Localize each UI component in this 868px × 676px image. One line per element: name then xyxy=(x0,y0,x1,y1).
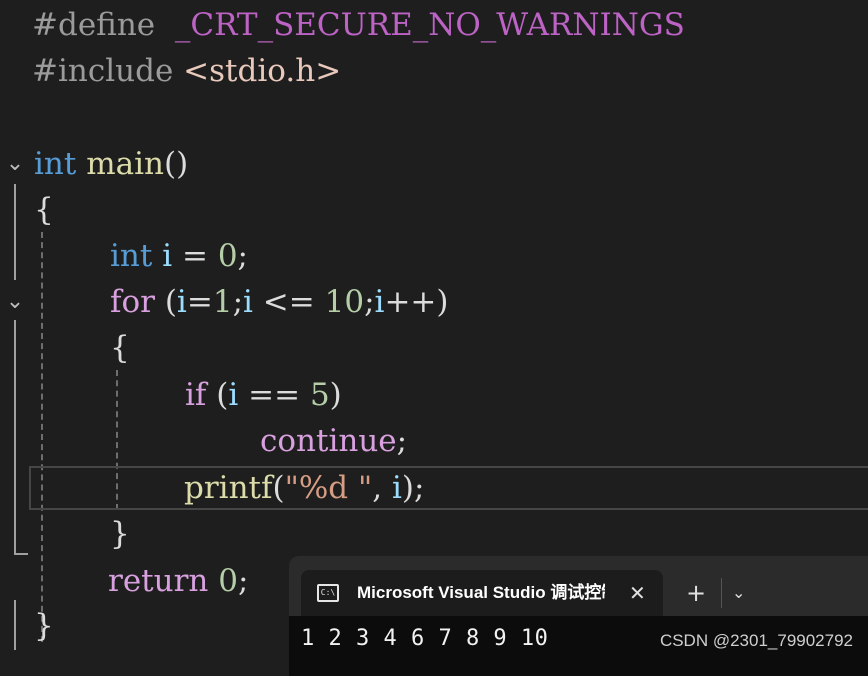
return-keyword: return xyxy=(108,563,209,599)
format-string: "%d " xyxy=(284,470,373,506)
console-tab[interactable]: C:\ Microsoft Visual Studio 调试控制台 ✕ xyxy=(301,570,663,616)
type-keyword: int xyxy=(34,146,77,182)
assign-operator: = xyxy=(186,284,213,320)
equality-operator: == xyxy=(238,377,310,413)
continue-keyword: continue xyxy=(260,423,397,459)
parens: () xyxy=(163,146,189,182)
open-paren: ( xyxy=(272,470,285,506)
open-paren: ( xyxy=(206,377,229,413)
scope-bar-for xyxy=(14,320,16,554)
close-icon[interactable]: ✕ xyxy=(629,570,646,616)
brace: } xyxy=(34,608,54,644)
code-line-8[interactable]: { xyxy=(110,325,130,371)
if-keyword: if xyxy=(185,377,207,413)
close-paren: ) xyxy=(329,377,342,413)
for-keyword: for xyxy=(110,284,155,320)
macro-name: _CRT_SECURE_NO_WARNINGS xyxy=(174,7,685,43)
scope-bar-main-tail xyxy=(14,600,16,650)
variable: i xyxy=(176,284,187,320)
type-keyword: int xyxy=(110,238,153,274)
fold-chevron-main-icon[interactable]: ⌄ xyxy=(0,141,30,187)
code-line-11[interactable]: printf("%d ", i); xyxy=(184,465,424,511)
code-line-9[interactable]: if (i == 5) xyxy=(185,372,342,418)
compare-operator: <= xyxy=(252,284,325,320)
variable: i xyxy=(162,238,173,274)
code-line-10[interactable]: continue; xyxy=(260,418,407,464)
watermark: CSDN @2301_79902792 xyxy=(659,631,853,650)
preprocessor-directive: #define xyxy=(32,7,156,43)
code-line-1[interactable]: #define _CRT_SECURE_NO_WARNINGS xyxy=(32,2,685,48)
terminal-icon: C:\ xyxy=(317,584,339,602)
new-tab-button[interactable]: + xyxy=(686,570,706,616)
chevron-down-icon[interactable]: ⌄ xyxy=(732,570,745,616)
code-line-4[interactable]: int main() xyxy=(34,141,188,187)
variable: i xyxy=(391,470,402,506)
code-line-2[interactable]: #include <stdio.h> xyxy=(32,48,341,94)
increment-operator: ++) xyxy=(384,284,449,320)
function-name: printf xyxy=(184,470,273,506)
semicolon: ; xyxy=(364,284,375,320)
number: 1 xyxy=(212,284,233,320)
code-line-5[interactable]: { xyxy=(34,187,54,233)
function-name: main xyxy=(86,146,164,182)
fold-chevron-for-icon[interactable]: ⌄ xyxy=(0,279,30,325)
console-tab-title: Microsoft Visual Studio 调试控制台 xyxy=(357,583,605,602)
variable: i xyxy=(243,284,253,320)
semicolon: ; xyxy=(396,423,408,459)
close-paren: ); xyxy=(401,470,425,506)
code-line-6[interactable]: int i = 0; xyxy=(110,233,248,279)
variable: i xyxy=(374,284,385,320)
preprocessor-directive: #include xyxy=(32,53,174,89)
semicolon: ; xyxy=(232,284,244,320)
code-line-12[interactable]: } xyxy=(110,511,130,557)
code-line-14[interactable]: } xyxy=(34,603,54,649)
scope-bar-main xyxy=(14,184,16,280)
indent-guide-1 xyxy=(41,232,43,642)
tab-divider xyxy=(721,578,722,608)
semicolon: ; xyxy=(237,238,248,274)
brace: { xyxy=(110,330,130,366)
debug-console-window[interactable]: C:\ Microsoft Visual Studio 调试控制台 ✕ + ⌄ … xyxy=(289,556,868,676)
number: 10 xyxy=(324,284,365,320)
scope-bar-end xyxy=(14,553,28,555)
number: 0 xyxy=(217,238,238,274)
comma: , xyxy=(372,470,392,506)
number: 0 xyxy=(218,563,238,599)
code-line-13[interactable]: return 0; xyxy=(108,558,248,604)
brace: } xyxy=(110,516,130,552)
number: 5 xyxy=(309,377,330,413)
semicolon: ; xyxy=(237,563,249,599)
brace: { xyxy=(34,192,54,228)
current-line-highlight xyxy=(29,466,868,510)
include-file: <stdio.h> xyxy=(183,53,342,89)
code-line-7[interactable]: for (i=1;i <= 10;i++) xyxy=(110,279,448,325)
assign-operator: = xyxy=(172,238,218,274)
console-output-text: 1 2 3 4 6 7 8 9 10 xyxy=(301,626,549,651)
open-paren: ( xyxy=(154,284,177,320)
variable: i xyxy=(228,377,239,413)
